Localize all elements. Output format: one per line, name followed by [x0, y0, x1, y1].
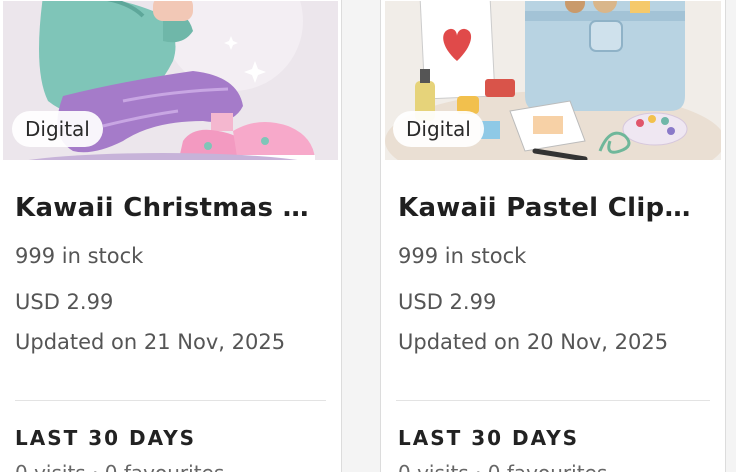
listing-price: USD 2.99: [398, 290, 497, 314]
stock-count: 999 in stock: [15, 244, 144, 268]
stats-summary: 0 visits · 0 favourites: [398, 461, 607, 472]
divider: [396, 400, 710, 401]
listing-card[interactable]: Digital Kawaii Christmas Clipart Bundle …: [0, 0, 342, 472]
listing-title[interactable]: Kawaii Christmas Clipart Bundle: [15, 193, 321, 223]
listing-title[interactable]: Kawaii Pastel Clipart Bundle: [398, 193, 702, 223]
stock-count: 999 in stock: [398, 244, 527, 268]
stats-summary: 0 visits · 0 favourites: [15, 461, 224, 472]
digital-badge: Digital: [12, 111, 103, 147]
stats-section-heading: LAST 30 DAYS: [15, 426, 197, 450]
divider: [15, 400, 326, 401]
listing-card[interactable]: Digital Kawaii Pastel Clipart Bundle 999…: [380, 0, 726, 472]
digital-badge: Digital: [393, 111, 484, 147]
listing-price: USD 2.99: [15, 290, 114, 314]
updated-date: Updated on 21 Nov, 2025: [15, 330, 286, 354]
stats-section-heading: LAST 30 DAYS: [398, 426, 580, 450]
updated-date: Updated on 20 Nov, 2025: [398, 330, 669, 354]
